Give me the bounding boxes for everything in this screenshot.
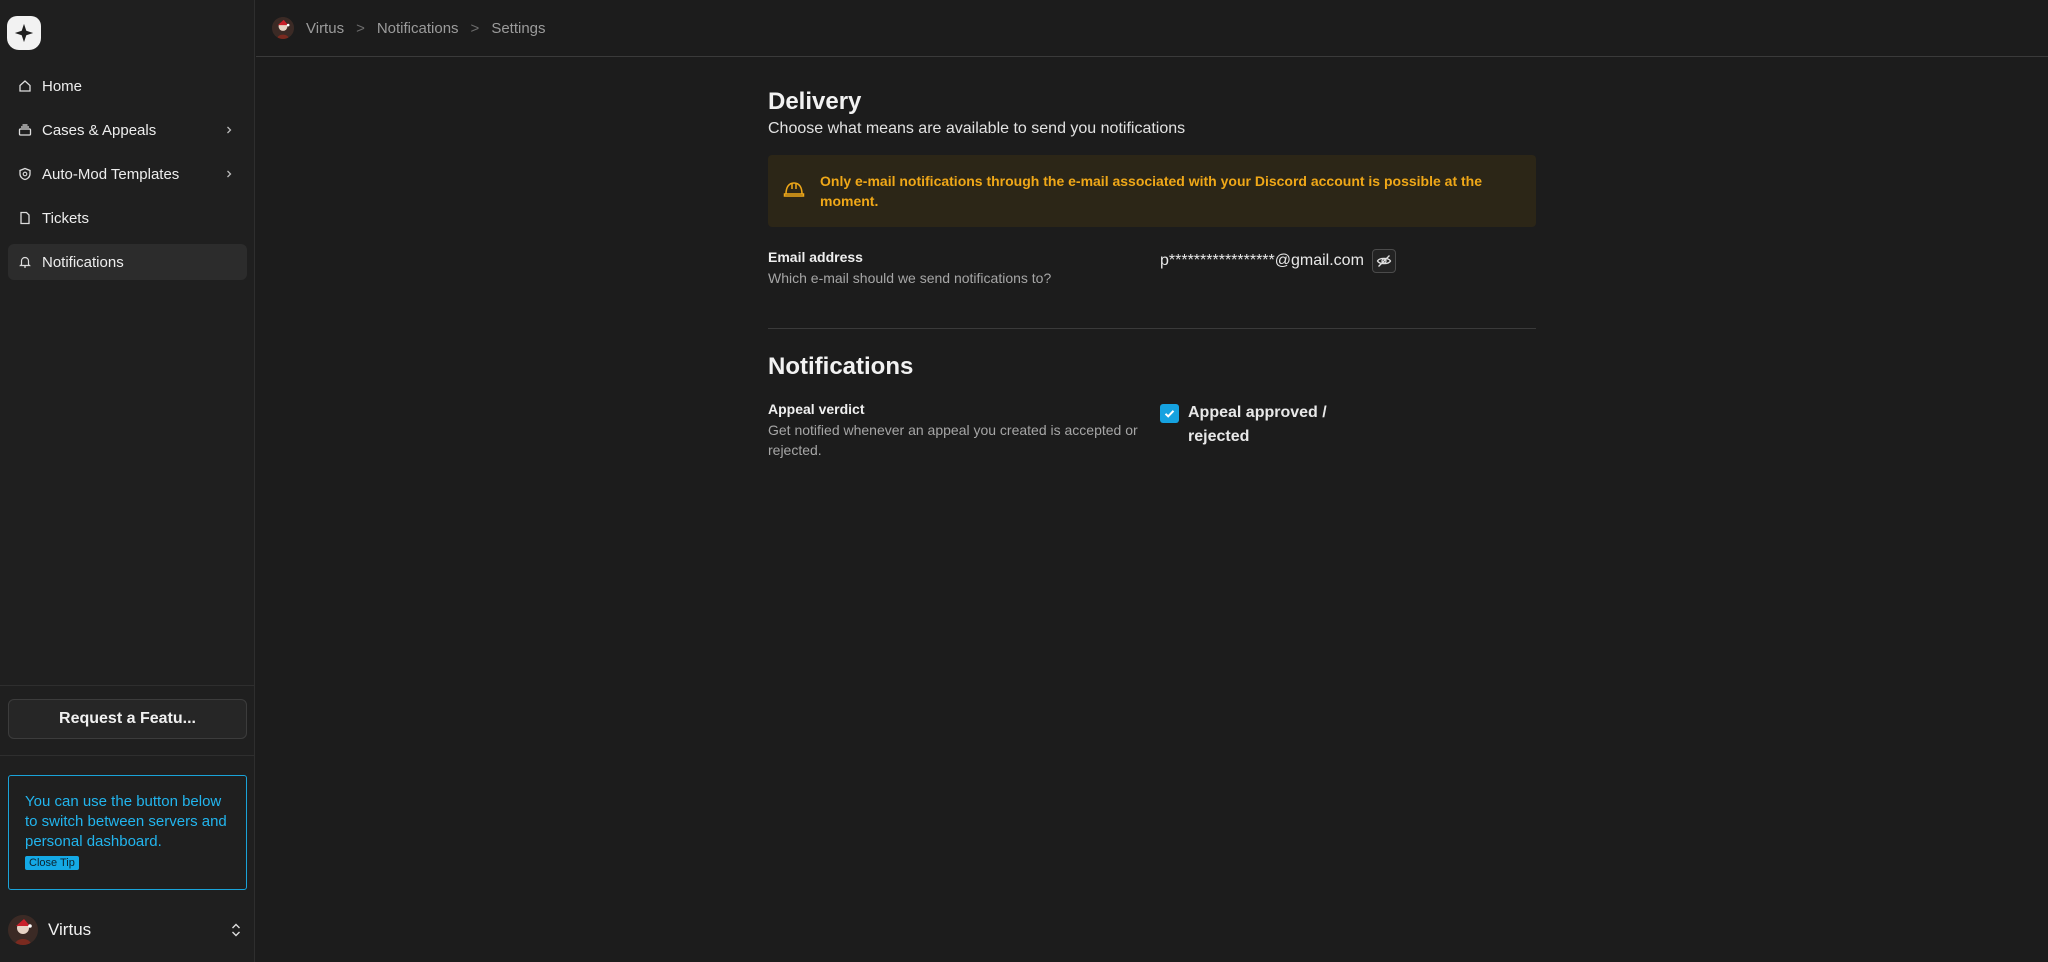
delivery-subtitle: Choose what means are available to send … [768, 120, 1186, 137]
sidebar-item-home[interactable]: Home [8, 68, 247, 104]
server-switcher[interactable]: Virtus [8, 914, 247, 946]
appeal-verdict-checkbox[interactable] [1160, 404, 1179, 423]
sidebar-item-label: Tickets [42, 209, 89, 227]
request-feature-button[interactable]: Request a Featu... [8, 699, 247, 739]
delivery-title: Delivery [768, 88, 862, 115]
section-divider [768, 328, 1536, 329]
top-header: Virtus > Notifications > Settings [256, 0, 2048, 57]
close-tip-button[interactable]: Close Tip [25, 856, 79, 870]
hard-hat-icon [783, 178, 805, 205]
breadcrumb-settings[interactable]: Settings [491, 20, 545, 37]
shield-icon [18, 167, 32, 181]
breadcrumb-separator-icon: > [470, 19, 480, 37]
check-icon [1163, 407, 1176, 420]
sidebar-item-label: Notifications [42, 253, 124, 271]
email-description: Which e-mail should we send notification… [768, 270, 1052, 286]
tip-box: You can use the button below to switch b… [8, 775, 247, 890]
email-value: p*****************@gmail.com [1160, 252, 1364, 269]
bell-icon [18, 255, 32, 269]
breadcrumb-notifications[interactable]: Notifications [377, 20, 459, 37]
chevron-right-icon [223, 167, 235, 179]
appeal-label: Appeal verdict [768, 401, 865, 417]
appeal-description: Get notified whenever an appeal you crea… [768, 422, 1138, 458]
notifications-title: Notifications [768, 353, 914, 380]
server-avatar-icon [272, 17, 294, 39]
breadcrumb-separator-icon: > [356, 19, 365, 37]
server-name: Virtus [48, 920, 92, 939]
home-icon [18, 79, 32, 93]
warning-text: Only e-mail notifications through the e-… [820, 173, 1483, 209]
appeal-checkbox-group: Appeal approved / rejected [1160, 401, 1338, 460]
breadcrumb-server[interactable]: Virtus [306, 20, 344, 37]
email-label: Email address [768, 249, 863, 265]
appeal-row: Appeal verdict Get notified whenever an … [768, 401, 1536, 460]
sidebar-item-tickets[interactable]: Tickets [8, 200, 247, 236]
sidebar: Home Cases & Appeals Auto-Mod Templates [0, 0, 255, 962]
settings-content: Delivery Choose what means are available… [768, 88, 1536, 460]
layers-icon [18, 123, 32, 137]
appeal-option-label[interactable]: Appeal approved / rejected [1188, 401, 1338, 449]
avatar [8, 915, 38, 945]
sidebar-divider [0, 755, 255, 756]
sidebar-nav: Home Cases & Appeals Auto-Mod Templates [8, 68, 247, 288]
file-icon [18, 211, 32, 225]
eye-off-icon [1376, 253, 1392, 269]
sidebar-item-notifications[interactable]: Notifications [8, 244, 247, 280]
sidebar-divider [0, 685, 255, 686]
sidebar-item-label: Auto-Mod Templates [42, 165, 180, 183]
chevron-up-down-icon [229, 922, 243, 938]
toggle-email-visibility-button[interactable] [1371, 249, 1396, 273]
sidebar-item-label: Cases & Appeals [42, 121, 157, 139]
warning-banner: Only e-mail notifications through the e-… [768, 155, 1536, 227]
chevron-right-icon [223, 123, 235, 135]
tip-text: You can use the button below to switch b… [25, 793, 227, 850]
app-logo-icon[interactable] [7, 16, 41, 50]
sidebar-item-label: Home [42, 77, 83, 95]
sidebar-item-cases-appeals[interactable]: Cases & Appeals [8, 112, 247, 148]
sidebar-item-automod-templates[interactable]: Auto-Mod Templates [8, 156, 247, 192]
email-row: Email address Which e-mail should we sen… [768, 249, 1536, 288]
